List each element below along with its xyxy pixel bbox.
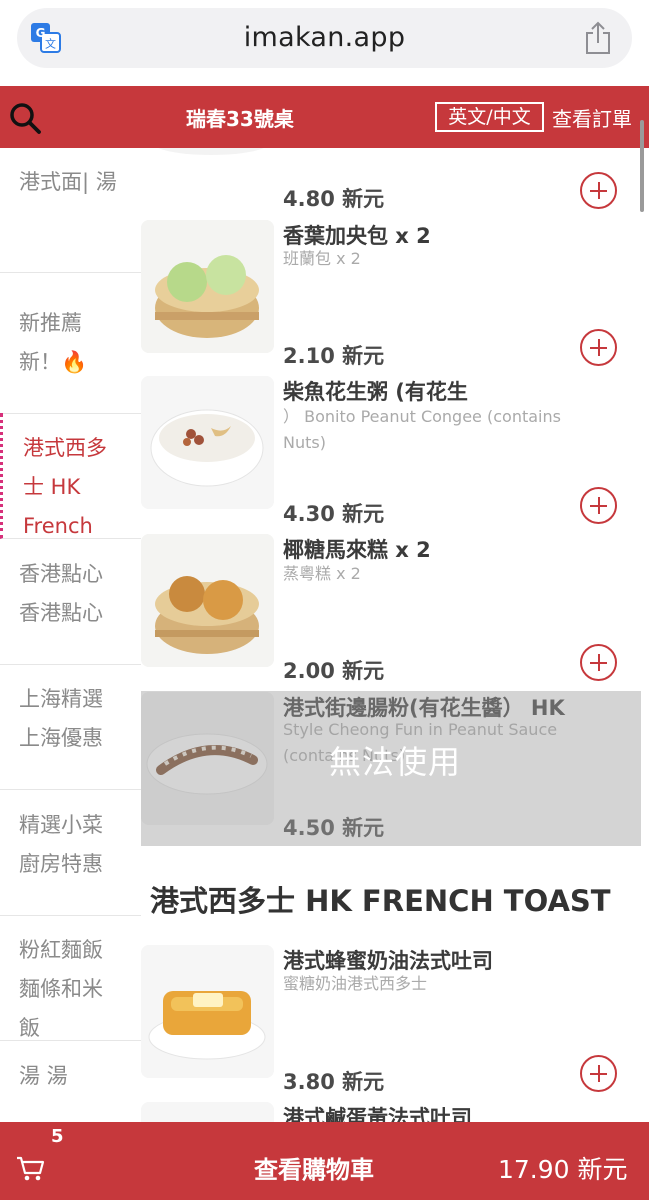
sidebar-item-label: 粉紅麵飯 <box>19 938 103 962</box>
cart-icon[interactable] <box>16 1156 45 1182</box>
sidebar-item-label: 上海精選 <box>19 687 103 711</box>
item-price: 3.80 新元 <box>283 1070 385 1094</box>
category-sidebar: 港式面| 湯 新推薦 新！🔥 港式西多 士 HK French 香港點心 香港點… <box>0 148 141 1122</box>
scrollbar[interactable] <box>640 120 644 212</box>
add-item-button[interactable] <box>580 329 617 366</box>
add-item-button[interactable] <box>580 172 617 209</box>
sidebar-item-label: 香港點心 <box>19 562 103 586</box>
sidebar-item-label: 港式西多 <box>23 436 107 460</box>
section-title: 港式西多士 HK FRENCH TOAST <box>150 884 611 918</box>
url-text[interactable]: imakan.app <box>17 22 632 53</box>
view-orders-button[interactable]: 查看訂單 <box>552 103 632 132</box>
item-description: ） Bonito Peanut Congee (contains Nuts) <box>283 407 561 452</box>
sidebar-item-label: 廚房特惠 <box>19 852 103 876</box>
sidebar-item-hk-french-toast[interactable]: 港式西多 士 HK French <box>0 413 141 539</box>
sidebar-item-label: 新推薦 <box>19 311 82 335</box>
item-price: 4.30 新元 <box>283 502 385 526</box>
add-item-button[interactable] <box>580 644 617 681</box>
item-name: 港式鹹蛋黃法式吐司 <box>283 1106 472 1122</box>
dish-image <box>141 1102 274 1122</box>
cart-total: 17.90 新元 <box>498 1155 628 1184</box>
cart-count-badge: 5 <box>51 1126 64 1147</box>
app-header: 瑞春33號桌 英文/中文 查看訂單 <box>0 86 649 148</box>
sidebar-item-label: 湯 湯 <box>19 1064 68 1088</box>
dish-image <box>141 376 274 509</box>
menu-list: 4.80 新元 香葉加央包 x 2 班蘭包 x 2 2.10 新元 柴魚花生粥 … <box>141 148 641 1122</box>
sidebar-item-label: 上海優惠 <box>19 726 103 750</box>
share-icon[interactable] <box>584 21 612 55</box>
item-price: 2.00 新元 <box>283 659 385 683</box>
sidebar-item-hk-dim-sum[interactable]: 香港點心 香港點心 <box>0 539 141 665</box>
sidebar-item-label: 港式面| 湯 <box>19 170 117 194</box>
view-cart-bar[interactable]: 5 查看購物車 17.90 新元 <box>0 1122 649 1200</box>
dish-image <box>141 220 274 353</box>
language-toggle-button[interactable]: 英文/中文 <box>435 102 544 132</box>
unavailable-label: 無法使用 <box>328 743 461 781</box>
table-title: 瑞春33號桌 <box>186 107 294 131</box>
dish-image <box>141 945 274 1078</box>
item-description: 班蘭包 x 2 <box>283 249 361 268</box>
sidebar-item-new[interactable]: 新推薦 新！🔥 <box>0 288 141 414</box>
item-description: 蒸粵糕 x 2 <box>283 564 361 583</box>
sidebar-item-shanghai[interactable]: 上海精選 上海優惠 <box>0 664 141 790</box>
sidebar-item-label: 新！🔥 <box>19 350 88 374</box>
sidebar-item-label: 士 HK <box>23 475 81 499</box>
view-cart-button[interactable]: 查看購物車 <box>254 1150 374 1185</box>
sidebar-item-kitchen-specials[interactable]: 精選小菜 廚房特惠 <box>0 790 141 916</box>
search-icon[interactable] <box>8 101 42 135</box>
sidebar-item-hk-noodle-soup[interactable]: 港式面| 湯 <box>0 148 141 273</box>
sidebar-item-soup[interactable]: 湯 湯 <box>0 1041 141 1122</box>
add-item-button[interactable] <box>580 1055 617 1092</box>
item-name: 柴魚花生粥 (有花生 <box>283 380 468 404</box>
browser-bar: G 文 imakan.app <box>0 0 649 86</box>
address-bar[interactable]: G 文 imakan.app <box>17 8 632 68</box>
sidebar-item-noodles-rice[interactable]: 粉紅麵飯 麵條和米 飯 <box>0 915 141 1041</box>
add-item-button[interactable] <box>580 487 617 524</box>
dish-image <box>141 534 274 667</box>
item-name: 椰糖馬來糕 x 2 <box>283 538 431 562</box>
sidebar-item-label: 麵條和米 <box>19 977 103 1001</box>
dish-image <box>158 148 264 155</box>
item-price: 2.10 新元 <box>283 344 385 368</box>
unavailable-overlay: 無法使用 <box>141 691 641 846</box>
sidebar-item-label: 精選小菜 <box>19 813 103 837</box>
sidebar-item-label: 香港點心 <box>19 601 103 625</box>
item-price: 4.80 新元 <box>283 187 385 211</box>
item-description: 蜜糖奶油港式西多士 <box>283 974 428 993</box>
